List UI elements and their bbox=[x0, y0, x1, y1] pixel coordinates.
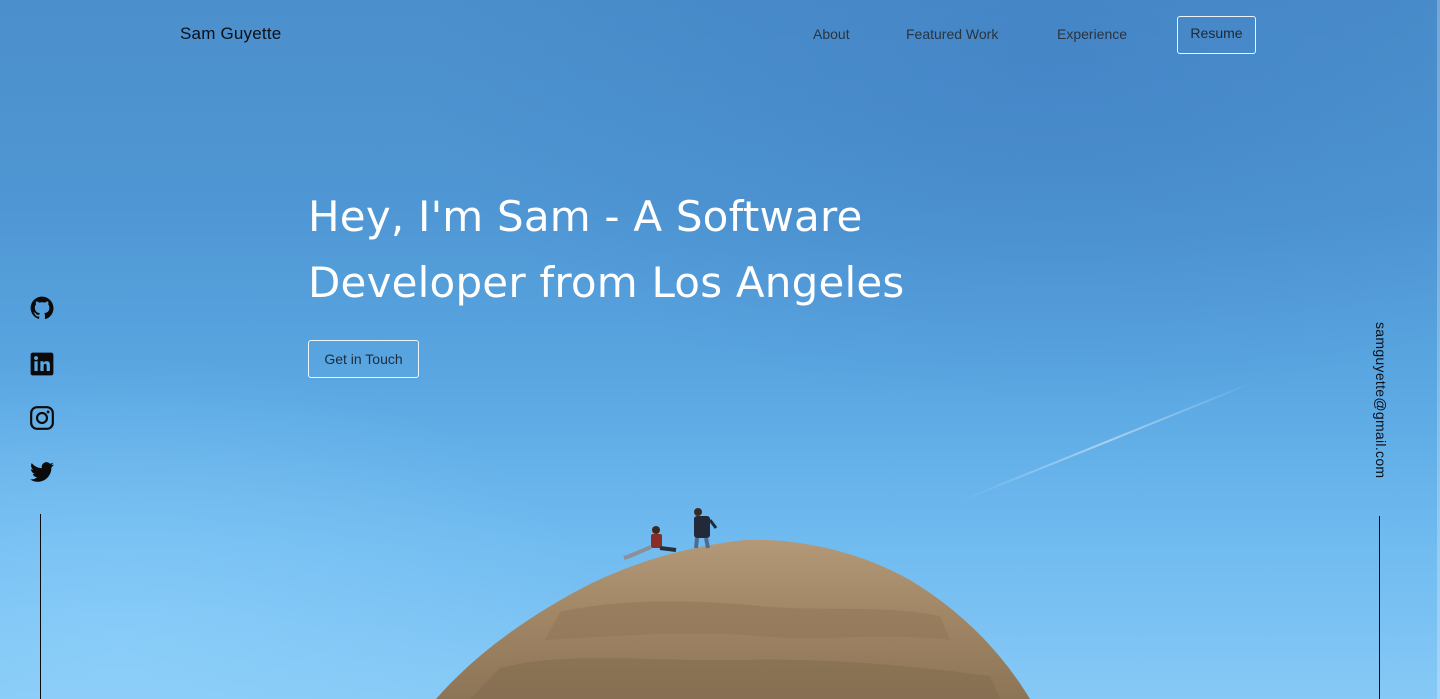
github-icon[interactable] bbox=[29, 295, 55, 321]
top-navbar: Sam Guyette About Featured Work Experien… bbox=[0, 0, 1440, 70]
email-link[interactable]: samguyette@gmail.com bbox=[1371, 322, 1389, 478]
get-in-touch-button[interactable]: Get in Touch bbox=[308, 340, 419, 378]
hero-heading: Hey, I'm Sam - A Software Developer from… bbox=[308, 184, 1008, 316]
hero-heading-line-1: Hey, I'm Sam - A Software bbox=[308, 192, 863, 241]
right-divider-line bbox=[1379, 516, 1380, 699]
hero-photo-rock bbox=[436, 508, 1030, 699]
resume-button[interactable]: Resume bbox=[1177, 16, 1256, 54]
twitter-icon[interactable] bbox=[29, 459, 55, 485]
person-standing bbox=[694, 508, 718, 549]
instagram-icon[interactable] bbox=[29, 405, 55, 431]
person-seated bbox=[623, 526, 677, 560]
linkedin-icon[interactable] bbox=[29, 351, 55, 377]
nav-about-link[interactable]: About bbox=[813, 26, 850, 42]
nav-featured-work-link[interactable]: Featured Work bbox=[906, 26, 998, 42]
nav-experience-link[interactable]: Experience bbox=[1057, 26, 1127, 42]
left-divider-line bbox=[40, 514, 41, 699]
site-logo[interactable]: Sam Guyette bbox=[180, 24, 281, 44]
hero-heading-line-2: Developer from Los Angeles bbox=[308, 258, 905, 307]
